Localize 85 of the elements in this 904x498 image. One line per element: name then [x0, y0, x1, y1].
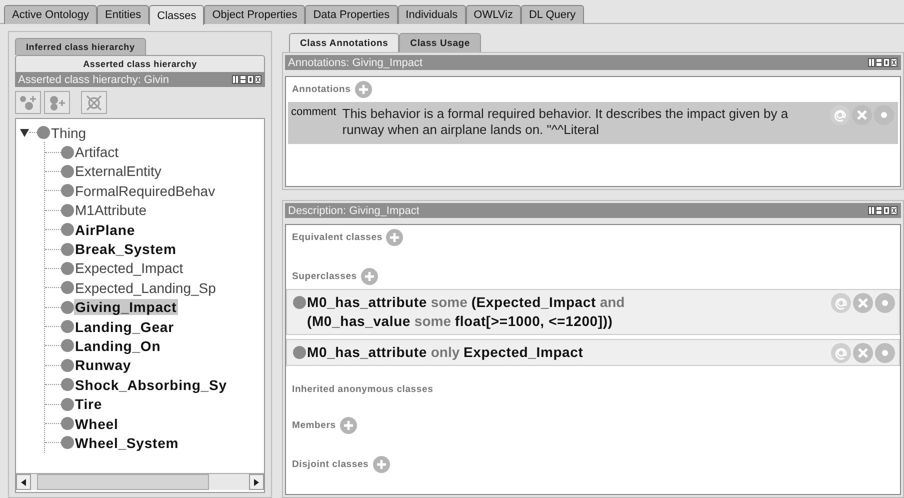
class-icon — [61, 146, 74, 159]
tree-item[interactable]: Landing_Gear — [74, 318, 175, 335]
class-icon — [293, 346, 306, 359]
class-icon — [61, 164, 74, 178]
section-label: Disjoint classes — [292, 459, 369, 470]
horizontal-scrollbar[interactable] — [16, 473, 264, 490]
tree-item[interactable]: Wheel_System — [74, 434, 180, 451]
tree-item[interactable]: Tire — [74, 396, 104, 412]
tree-item[interactable]: Artifact — [74, 144, 120, 160]
tree-item[interactable]: Shock_Absorbing_Sy — [74, 376, 228, 393]
tree-item[interactable]: Break_System — [74, 241, 178, 258]
class-icon — [61, 223, 74, 236]
panel-title: Annotations: Giving_Impact — [288, 56, 423, 68]
tab[interactable]: Active Ontology — [4, 5, 98, 24]
tree-item[interactable]: AirPlane — [74, 222, 136, 238]
add-subclass-button[interactable] — [15, 91, 41, 114]
superclass-row[interactable]: M0_has_attribute some (Expected_Impact and (M0_has_value some float[>=1000, <=1200])) — [286, 289, 900, 335]
tree-item[interactable]: Expected_Impact — [74, 260, 184, 276]
tree-item[interactable]: Runway — [74, 357, 132, 374]
class-icon — [61, 320, 74, 334]
add-subclass-icon — [19, 94, 37, 110]
add-icon[interactable] — [386, 229, 404, 246]
delete-icon[interactable] — [853, 293, 873, 313]
class-icon — [61, 300, 74, 314]
tree-item[interactable]: ExternalEntity — [74, 163, 162, 180]
section-label: Members — [292, 420, 336, 431]
tree-item[interactable]: Giving_Impact — [74, 299, 178, 316]
expand-icon[interactable] — [20, 128, 29, 137]
add-icon[interactable] — [340, 417, 357, 434]
section-label: Inherited anonymous classes — [292, 384, 434, 395]
tab[interactable]: Asserted class hierarchy — [15, 55, 265, 72]
class-icon — [61, 184, 74, 198]
view-controls-icon[interactable] — [868, 58, 898, 67]
delete-class-button[interactable] — [81, 91, 107, 114]
class-icon — [61, 417, 74, 430]
section-label: Superclasses — [292, 271, 357, 282]
tab[interactable]: Object Properties — [204, 5, 306, 24]
class-icon — [293, 296, 306, 309]
tab[interactable]: Class Usage — [399, 33, 481, 52]
annotation-row[interactable]: comment This behavior is a formal required behavior. It describes the impact given by a runway when an airplane lands on. "^^Literal — [288, 102, 898, 144]
superclass-row[interactable]: M0_has_attribute only Expected_Impact — [286, 339, 900, 366]
view-controls-icon[interactable] — [232, 75, 262, 84]
add-icon[interactable] — [372, 456, 390, 473]
delete-class-icon — [85, 94, 103, 110]
tab[interactable]: Class Annotations — [289, 33, 400, 52]
scroll-right-icon[interactable] — [254, 478, 259, 486]
tab[interactable]: Entities — [97, 5, 150, 24]
view-controls-icon[interactable] — [868, 206, 898, 215]
tab[interactable]: Classes — [149, 5, 204, 25]
class-icon — [37, 126, 50, 140]
section-label: Equivalent classes — [292, 232, 382, 243]
class-icon — [61, 281, 74, 294]
delete-icon[interactable] — [852, 105, 872, 125]
add-sibling-button[interactable] — [44, 91, 70, 114]
tab[interactable]: Individuals — [398, 5, 466, 24]
tree-item[interactable]: Expected_Landing_Sp — [74, 280, 217, 296]
tree-item[interactable]: FormalRequiredBehav — [74, 182, 216, 199]
add-icon[interactable] — [354, 81, 372, 98]
class-icon — [61, 262, 74, 275]
class-icon — [61, 242, 74, 256]
tree-item[interactable]: Wheel — [74, 416, 120, 432]
class-icon — [61, 436, 74, 450]
panel-title: Description: Giving_Impact — [288, 204, 420, 216]
annotation-value: This behavior is a formal required behavior. It describes the impact given by a runway when an airplane lands on. "^^Literal — [342, 106, 790, 138]
panel-title: Asserted class hierarchy: Givin — [18, 74, 169, 86]
tree-item[interactable]: Thing — [50, 124, 88, 141]
class-icon — [61, 398, 74, 411]
tab[interactable]: OWLViz — [466, 5, 521, 24]
tab[interactable]: DL Query — [520, 5, 584, 24]
add-sibling-icon — [48, 94, 66, 110]
class-expression: M0_has_attribute only Expected_Impact — [307, 343, 584, 362]
scroll-left-icon[interactable] — [21, 478, 26, 486]
class-icon — [61, 358, 74, 372]
annotation-property: comment — [291, 106, 336, 120]
tab[interactable]: Data Properties — [305, 5, 398, 24]
delete-icon[interactable] — [853, 343, 873, 363]
tree-item[interactable]: M1Attribute — [74, 202, 148, 218]
add-icon[interactable] — [360, 268, 378, 285]
section-label: Annotations — [292, 84, 351, 95]
tree-item[interactable]: Landing_On — [74, 338, 162, 354]
class-icon — [61, 339, 74, 352]
class-icon — [61, 204, 74, 217]
class-expression: M0_has_attribute some (Expected_Impact and (M0_has_value some float[>=1000, <=1200])) — [307, 293, 626, 331]
tab[interactable]: Inferred class hierarchy — [15, 38, 146, 55]
class-icon — [61, 378, 74, 392]
